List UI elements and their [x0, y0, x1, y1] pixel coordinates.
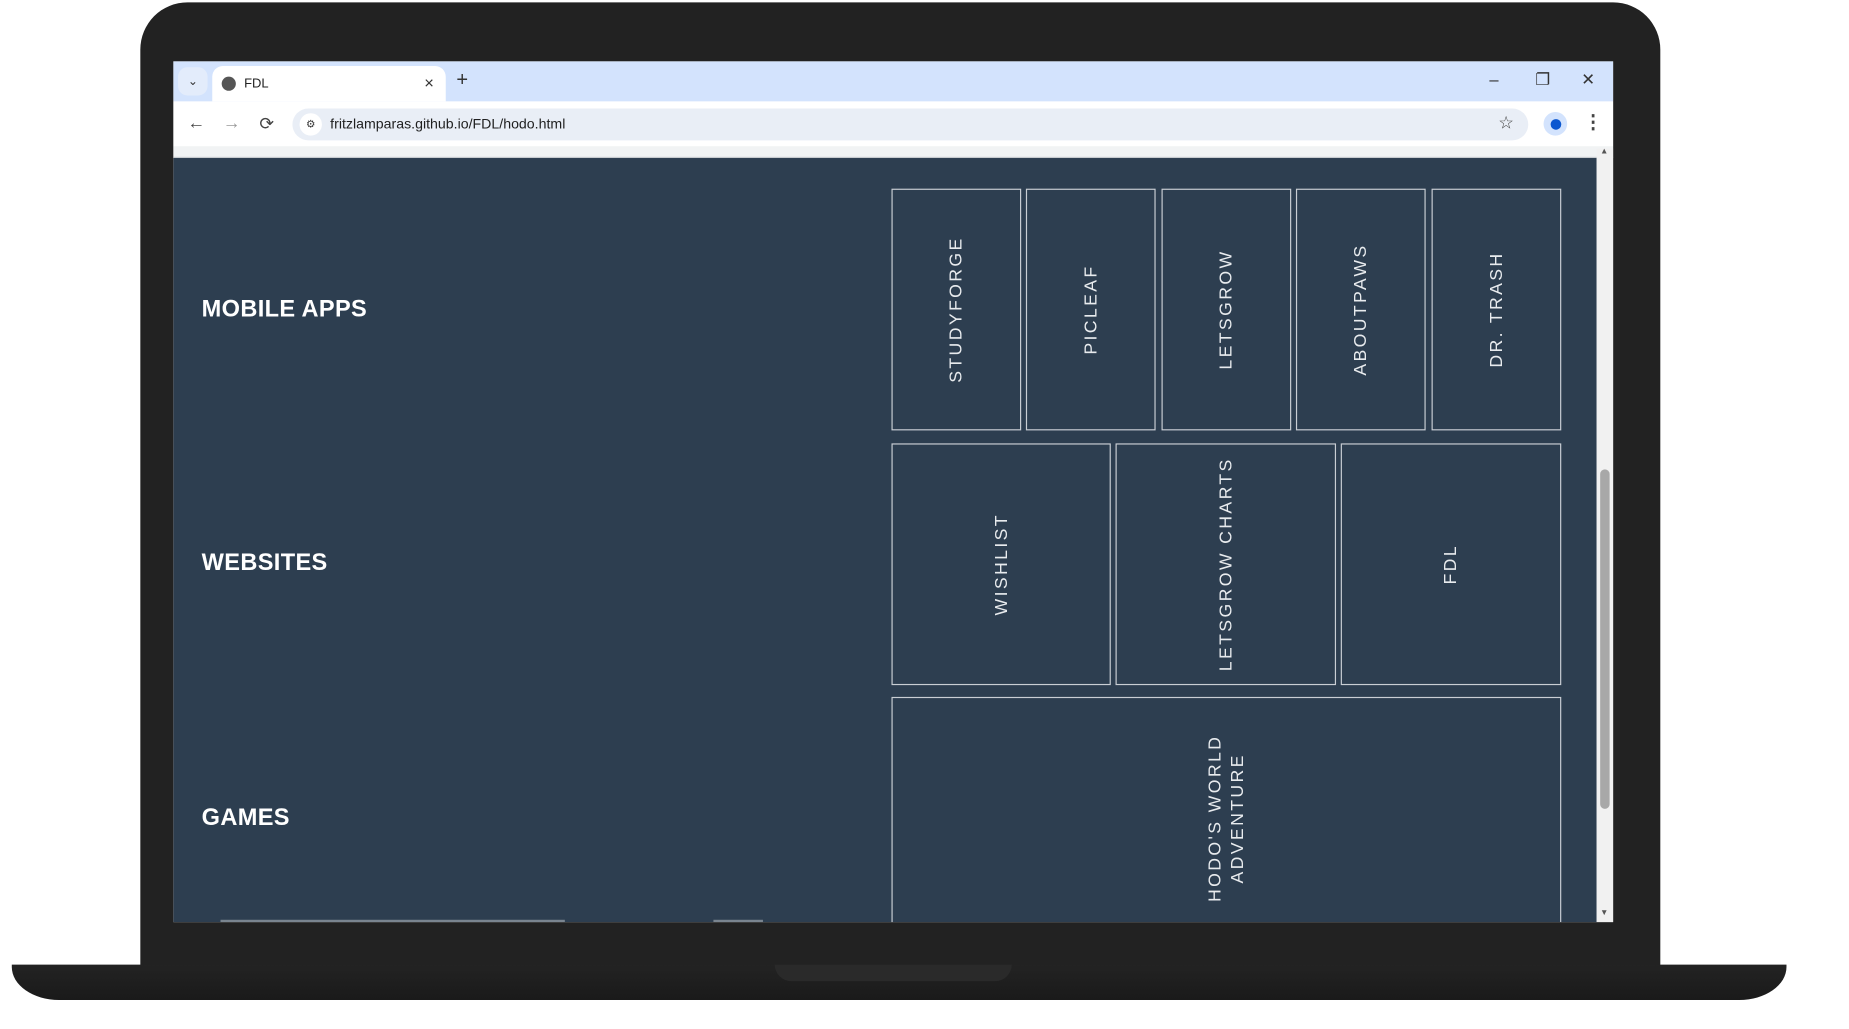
- project-tile-fdl[interactable]: FDL: [1340, 443, 1562, 686]
- tile-label: FDL: [1440, 543, 1462, 585]
- footer-line: [713, 919, 763, 923]
- toolbar-divider: [173, 146, 1614, 159]
- project-tile-letsgrow-charts[interactable]: LETSGROW CHARTS: [1115, 443, 1337, 686]
- page-content: MOBILE APPS WEBSITES GAMES STUDYFORGE PI…: [173, 158, 1597, 923]
- address-bar[interactable]: ⚙ fritzlamparas.github.io/FDL/hodo.html …: [292, 108, 1529, 141]
- tab-search-button[interactable]: ⌄: [178, 67, 208, 96]
- project-tile-aboutpaws[interactable]: ABOUTPAWS: [1295, 188, 1426, 431]
- tile-label: WISHLIST: [991, 513, 1012, 616]
- project-tile-picleaf[interactable]: PICLEAF: [1025, 188, 1156, 431]
- tile-label: STUDYFORGE: [946, 236, 967, 383]
- person-icon: [1550, 118, 1561, 130]
- tile-label: HODO'S WORLD ADVENTURE: [1205, 734, 1248, 902]
- tile-label: LETSGROW CHARTS: [1215, 457, 1236, 672]
- forward-button[interactable]: →: [223, 113, 241, 133]
- browser-window: ⌄ FDL × + – ❐ ✕ ← → ⟳ ⚙ fritzlamparas.gi…: [173, 61, 1614, 923]
- url-text[interactable]: fritzlamparas.github.io/FDL/hodo.html: [330, 116, 565, 133]
- scroll-up-arrow-icon[interactable]: ▲: [1600, 147, 1608, 155]
- project-tile-letsgrow[interactable]: LETSGROW: [1161, 188, 1292, 431]
- browser-menu-button[interactable]: ⋮: [1584, 111, 1603, 135]
- site-settings-icon[interactable]: ⚙: [299, 113, 322, 136]
- scroll-down-arrow-icon[interactable]: ▼: [1600, 909, 1608, 917]
- tab-fdl[interactable]: FDL ×: [212, 66, 446, 102]
- tab-close-icon[interactable]: ×: [424, 73, 434, 92]
- footer-line: [220, 919, 565, 923]
- project-tile-studyforge[interactable]: STUDYFORGE: [891, 188, 1022, 431]
- tile-label: PICLEAF: [1080, 264, 1101, 355]
- tile-label: ABOUTPAWS: [1350, 243, 1371, 376]
- bookmark-star-icon[interactable]: ☆: [1498, 112, 1514, 133]
- tab-title: FDL: [244, 76, 269, 91]
- tile-label: LETSGROW: [1216, 249, 1237, 370]
- section-heading-mobile-apps: MOBILE APPS: [201, 296, 368, 323]
- minimize-button[interactable]: –: [1489, 70, 1498, 89]
- close-window-button[interactable]: ✕: [1581, 70, 1595, 90]
- profile-avatar[interactable]: [1543, 112, 1568, 136]
- toolbar: ← → ⟳ ⚙ fritzlamparas.github.io/FDL/hodo…: [173, 101, 1614, 147]
- project-tile-hodos-world-adventure[interactable]: HODO'S WORLD ADVENTURE: [891, 696, 1562, 923]
- new-tab-button[interactable]: +: [456, 68, 468, 92]
- reload-button[interactable]: ⟳: [259, 113, 274, 134]
- project-tile-dr-trash[interactable]: DR. TRASH: [1431, 188, 1562, 431]
- project-tile-wishlist[interactable]: WISHLIST: [891, 443, 1111, 686]
- tile-label: DR. TRASH: [1486, 251, 1507, 368]
- restore-button[interactable]: ❐: [1535, 70, 1550, 90]
- back-button[interactable]: ←: [187, 113, 205, 133]
- scrollbar-thumb[interactable]: [1600, 469, 1610, 809]
- globe-icon: [221, 76, 236, 91]
- laptop-base: [11, 964, 1787, 1000]
- section-heading-games: GAMES: [201, 804, 290, 831]
- tab-strip: ⌄ FDL × + – ❐ ✕: [173, 61, 1614, 102]
- vertical-scrollbar[interactable]: ▲ ▼: [1596, 147, 1614, 923]
- laptop-notch: [774, 964, 1012, 982]
- section-heading-websites: WEBSITES: [201, 550, 328, 577]
